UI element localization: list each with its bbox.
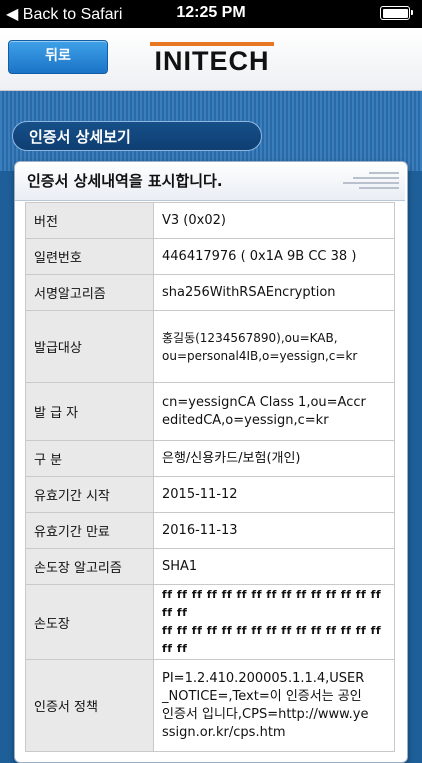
app-header: 뒤로 INITECH <box>0 28 422 91</box>
battery-icon <box>380 6 413 20</box>
panel-title: 인증서 상세내역을 표시합니다. <box>27 172 223 190</box>
status-bar: ◀ Back to Safari 12:25 PM <box>0 0 422 28</box>
row-value: V3 (0x02) <box>153 202 395 239</box>
value-line: 홍길동(1234567890),ou=KAB, <box>162 330 338 345</box>
table-row: 발급대상 홍길동(1234567890),ou=KAB, ou=personal… <box>25 310 395 383</box>
value-line: editedCA,o=yessign,c=kr <box>162 412 329 428</box>
row-key: 손도장 <box>25 584 154 660</box>
value-line: cn=yessignCA Class 1,ou=Accr <box>162 394 366 410</box>
row-value: cn=yessignCA Class 1,ou=Accr editedCA,o=… <box>153 382 395 441</box>
table-row: 유효기간 만료 2016-11-13 <box>25 512 395 549</box>
value-line: ou=personal4IB,o=yessign,c=kr <box>162 348 358 363</box>
table-row: 발 급 자 cn=yessignCA Class 1,ou=Accr edite… <box>25 382 395 441</box>
table-row: 버전 V3 (0x02) <box>25 202 395 239</box>
row-value: SHA1 <box>153 548 395 585</box>
certificate-detail-table: 버전 V3 (0x02) 일련번호 446417976 ( 0x1A 9B CC… <box>25 202 395 752</box>
value-line: ff ff ff ff ff ff ff ff ff ff ff ff ff f… <box>162 624 382 655</box>
value-line: _NOTICE=,Text=이 인증서는 공인 <box>162 688 362 704</box>
row-key: 발급대상 <box>25 310 154 383</box>
row-value: 446417976 ( 0x1A 9B CC 38 ) <box>153 238 395 275</box>
row-key: 버전 <box>25 202 154 239</box>
row-key: 구 분 <box>25 440 154 477</box>
row-value: 2015-11-12 <box>153 476 395 513</box>
row-value: 홍길동(1234567890),ou=KAB, ou=personal4IB,o… <box>153 310 395 383</box>
row-key: 인증서 정책 <box>25 659 154 752</box>
value-line: PI=1.2.410.200005.1.1.4,USER <box>162 670 365 686</box>
table-row: 유효기간 시작 2015-11-12 <box>25 476 395 513</box>
value-line: 인증서 입니다,CPS=http://www.ye <box>162 706 369 722</box>
certificate-detail-panel: 인증서 상세내역을 표시합니다. 버전 V3 (0x02) 일련번호 44641… <box>14 161 408 763</box>
row-value: 은행/신용카드/보험(개인) <box>153 440 395 477</box>
value-line: ff ff ff ff ff ff ff ff ff ff ff ff ff f… <box>162 588 382 619</box>
table-row: 일련번호 446417976 ( 0x1A 9B CC 38 ) <box>25 238 395 275</box>
row-key: 유효기간 시작 <box>25 476 154 513</box>
row-value: ff ff ff ff ff ff ff ff ff ff ff ff ff f… <box>153 584 395 660</box>
table-row: 구 분 은행/신용카드/보험(개인) <box>25 440 395 477</box>
row-key: 일련번호 <box>25 238 154 275</box>
row-key: 손도장 알고리즘 <box>25 548 154 585</box>
table-row: 인증서 정책 PI=1.2.410.200005.1.1.4,USER _NOT… <box>25 659 395 752</box>
row-value: sha256WithRSAEncryption <box>153 274 395 311</box>
table-row: 손도장 ff ff ff ff ff ff ff ff ff ff ff ff … <box>25 584 395 660</box>
table-row: 서명알고리즘 sha256WithRSAEncryption <box>25 274 395 311</box>
back-button[interactable]: 뒤로 <box>8 40 108 74</box>
initech-logo: INITECH <box>150 42 274 76</box>
value-line: ssign.or.kr/cps.htm <box>162 724 286 740</box>
table-row: 손도장 알고리즘 SHA1 <box>25 548 395 585</box>
logo-text: INITECH <box>154 46 270 76</box>
row-key: 발 급 자 <box>25 382 154 441</box>
row-key: 서명알고리즘 <box>25 274 154 311</box>
row-value: 2016-11-13 <box>153 512 395 549</box>
speed-lines-decoration <box>339 170 399 192</box>
row-value: PI=1.2.410.200005.1.1.4,USER _NOTICE=,Te… <box>153 659 395 752</box>
row-key: 유효기간 만료 <box>25 512 154 549</box>
panel-header: 인증서 상세내역을 표시합니다. <box>15 162 405 201</box>
section-tab: 인증서 상세보기 <box>12 121 262 151</box>
status-time: 12:25 PM <box>176 4 246 21</box>
